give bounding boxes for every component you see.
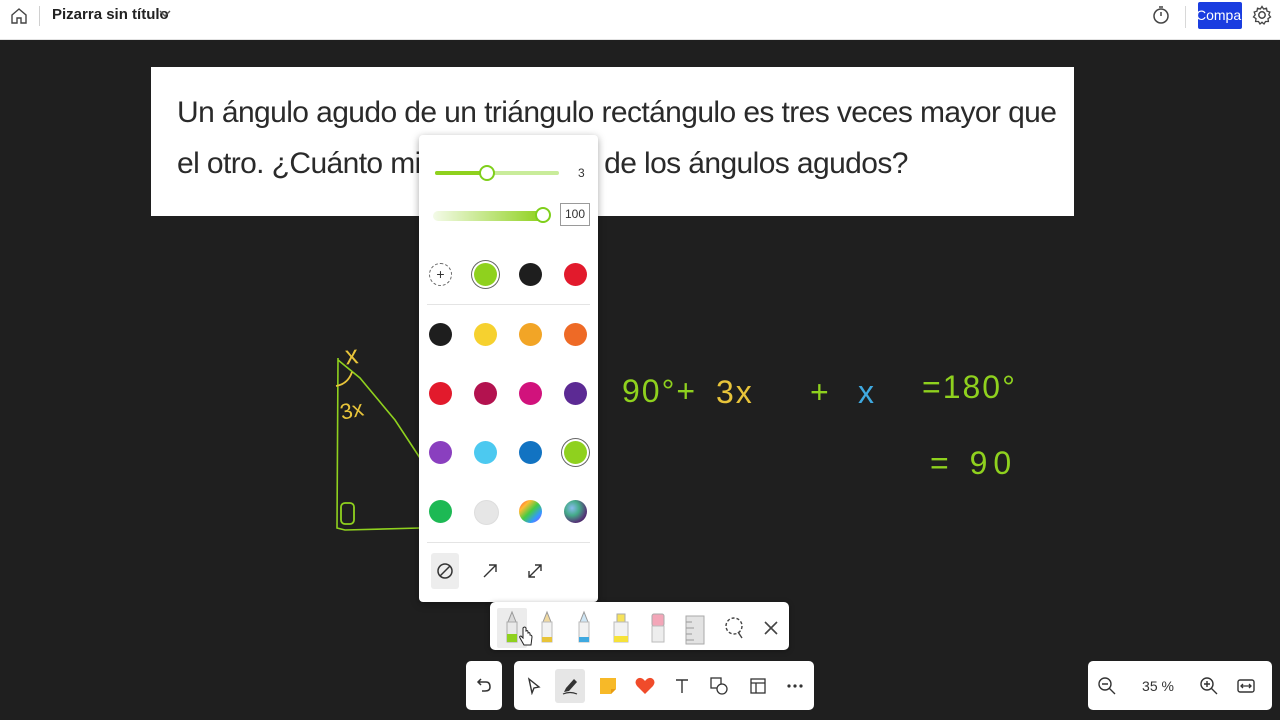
- palette-color-15[interactable]: [519, 500, 542, 523]
- shapes-icon[interactable]: [706, 673, 732, 699]
- add-color-button[interactable]: +: [429, 263, 452, 286]
- gear-icon[interactable]: [1251, 4, 1273, 26]
- divider: [39, 6, 40, 26]
- palette-color-14[interactable]: [474, 500, 499, 525]
- template-icon[interactable]: [745, 673, 771, 699]
- hand-cursor-icon: [519, 626, 533, 646]
- sticky-note-icon[interactable]: [595, 673, 621, 699]
- palette-color-8[interactable]: [564, 382, 587, 405]
- palette-color-16[interactable]: [564, 500, 587, 523]
- share-button[interactable]: Compartir: [1198, 2, 1242, 29]
- palette-color-9[interactable]: [429, 441, 452, 464]
- pencil-yellow-icon[interactable]: [532, 608, 562, 648]
- more-icon[interactable]: [782, 673, 808, 699]
- pen-icon[interactable]: [555, 669, 585, 703]
- problem-text: Un ángulo agudo de un triángulo rectángu…: [177, 96, 1057, 180]
- zoom-level[interactable]: 35 %: [1136, 678, 1180, 694]
- zoom-controls: 35 %: [1088, 661, 1272, 710]
- fit-to-screen-icon[interactable]: [1235, 675, 1257, 697]
- palette-color-2[interactable]: [474, 323, 497, 346]
- palette-color-13[interactable]: [429, 500, 452, 523]
- palette-color-10[interactable]: [474, 441, 497, 464]
- close-icon[interactable]: [756, 608, 786, 648]
- zoom-in-icon[interactable]: [1198, 675, 1220, 697]
- chevron-down-icon[interactable]: [158, 9, 172, 19]
- main-toolbar: [514, 661, 814, 710]
- opacity-slider[interactable]: [433, 211, 543, 221]
- lasso-icon[interactable]: [719, 608, 749, 648]
- divider: [1185, 6, 1186, 28]
- timer-icon[interactable]: [1150, 4, 1172, 26]
- palette-color-6[interactable]: [474, 382, 497, 405]
- arrow-both-icon[interactable]: [521, 553, 549, 589]
- text-note[interactable]: Un ángulo agudo de un triángulo rectángu…: [151, 67, 1074, 216]
- arrow-end-icon[interactable]: [476, 553, 504, 589]
- palette-color-11[interactable]: [519, 441, 542, 464]
- palette-color-7[interactable]: [519, 382, 542, 405]
- select-icon[interactable]: [521, 673, 547, 699]
- pen-toolbar: [490, 602, 789, 650]
- recent-color-black[interactable]: [519, 263, 542, 286]
- text-icon[interactable]: [669, 673, 695, 699]
- opacity-value[interactable]: 100: [560, 203, 590, 226]
- palette-color-3[interactable]: [519, 323, 542, 346]
- zoom-out-icon[interactable]: [1096, 675, 1118, 697]
- undo-icon: [476, 678, 491, 692]
- thickness-value: 3: [578, 166, 585, 180]
- reaction-icon[interactable]: [632, 673, 658, 699]
- palette-color-12[interactable]: [564, 441, 587, 464]
- pen-settings-panel: 3 100 +: [419, 135, 598, 602]
- divider: [427, 542, 590, 543]
- home-icon[interactable]: [9, 6, 29, 26]
- palette-color-4[interactable]: [564, 323, 587, 346]
- thickness-slider-thumb[interactable]: [479, 165, 496, 181]
- no-arrow-icon[interactable]: [431, 553, 459, 589]
- board-title[interactable]: Pizarra sin título: [52, 6, 169, 23]
- undo-button[interactable]: [466, 661, 502, 710]
- recent-color-green[interactable]: [474, 263, 497, 286]
- pen-blue-icon[interactable]: [569, 608, 599, 648]
- ruler-icon[interactable]: [680, 608, 710, 648]
- divider: [427, 304, 590, 305]
- palette-color-1[interactable]: [429, 323, 452, 346]
- top-bar: Pizarra sin título Compartir: [0, 0, 1280, 40]
- palette-color-5[interactable]: [429, 382, 452, 405]
- highlighter-yellow-icon[interactable]: [606, 608, 636, 648]
- recent-color-red[interactable]: [564, 263, 587, 286]
- eraser-icon[interactable]: [643, 608, 673, 648]
- opacity-slider-thumb[interactable]: [535, 207, 551, 223]
